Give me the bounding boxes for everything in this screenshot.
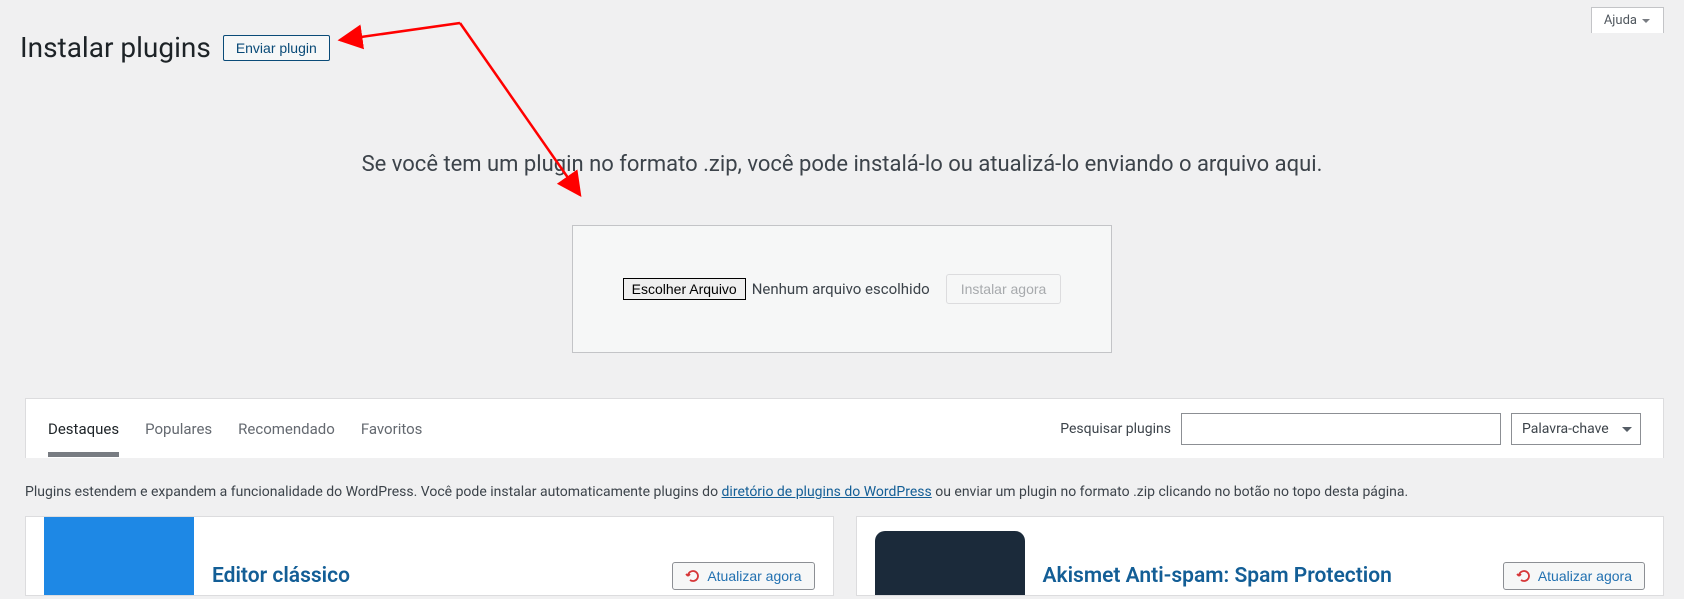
search-input[interactable]: [1181, 413, 1501, 445]
refresh-icon: [685, 568, 701, 584]
plugins-description: Plugins estendem e expandem a funcionali…: [25, 484, 1659, 500]
choose-file-button[interactable]: Escolher Arquivo: [623, 278, 746, 300]
chevron-down-icon: [1641, 16, 1651, 26]
upload-intro-text: Se você tem um plugin no formato .zip, v…: [0, 152, 1684, 177]
plugin-card: Editor clássico Atualizar agora: [25, 516, 834, 596]
filter-bar: Destaques Populares Recomendado Favorito…: [25, 398, 1664, 458]
desc-pre: Plugins estendem e expandem a funcionali…: [25, 484, 722, 500]
update-label: Atualizar agora: [1538, 568, 1632, 584]
desc-post: ou enviar um plugin no formato .zip clic…: [932, 484, 1408, 500]
tab-favorites[interactable]: Favoritos: [361, 402, 423, 456]
page-header: Instalar plugins Enviar plugin: [0, 0, 1684, 66]
search-label: Pesquisar plugins: [1060, 421, 1171, 437]
upload-plugin-button[interactable]: Enviar plugin: [223, 35, 330, 61]
plugin-thumbnail: [875, 531, 1025, 596]
help-tab[interactable]: Ajuda: [1591, 7, 1664, 33]
plugin-cards: Editor clássico Atualizar agora Akismet …: [25, 516, 1664, 596]
plugin-thumbnail: [44, 516, 194, 596]
plugin-title[interactable]: Akismet Anti-spam: Spam Protection: [1043, 564, 1485, 588]
install-now-button: Instalar agora: [946, 274, 1062, 304]
chevron-down-icon: [1620, 422, 1634, 436]
tab-popular[interactable]: Populares: [145, 402, 212, 456]
filter-tabs: Destaques Populares Recomendado Favorito…: [48, 402, 1060, 456]
refresh-icon: [1516, 568, 1532, 584]
plugin-title[interactable]: Editor clássico: [212, 564, 654, 588]
upload-box: Escolher Arquivo Nenhum arquivo escolhid…: [572, 225, 1112, 353]
plugin-card: Akismet Anti-spam: Spam Protection Atual…: [856, 516, 1665, 596]
tab-recommended[interactable]: Recomendado: [238, 402, 335, 456]
wp-plugin-directory-link[interactable]: diretório de plugins do WordPress: [722, 484, 932, 500]
no-file-text: Nenhum arquivo escolhido: [752, 280, 930, 298]
keyword-select[interactable]: Palavra-chave: [1511, 413, 1641, 445]
update-now-button[interactable]: Atualizar agora: [1503, 562, 1645, 590]
keyword-select-label: Palavra-chave: [1522, 421, 1609, 437]
help-label: Ajuda: [1604, 13, 1637, 28]
update-label: Atualizar agora: [707, 568, 801, 584]
page-title: Instalar plugins: [20, 30, 211, 66]
tab-featured[interactable]: Destaques: [48, 402, 119, 456]
search-area: Pesquisar plugins Palavra-chave: [1060, 413, 1641, 445]
update-now-button[interactable]: Atualizar agora: [672, 562, 814, 590]
